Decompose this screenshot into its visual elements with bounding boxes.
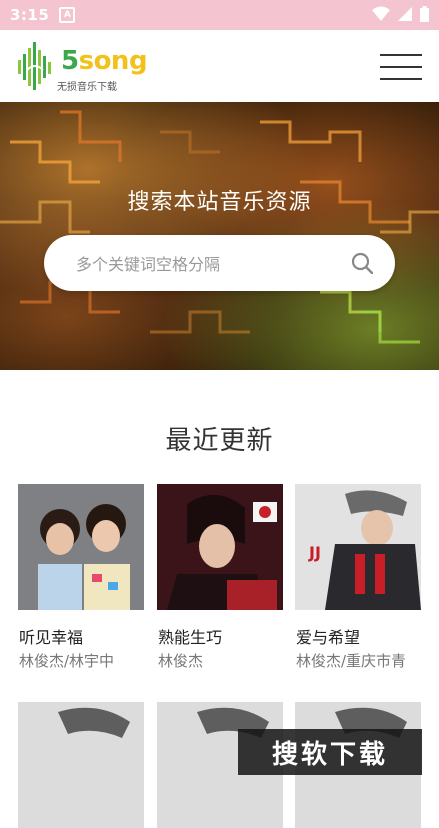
wifi-icon (372, 6, 390, 21)
status-time: 3:15 (10, 6, 50, 24)
song-card[interactable]: JJ 爱与希望 林俊杰/重庆市青 (295, 484, 421, 670)
hero-title: 搜索本站音乐资源 (127, 190, 312, 215)
song-card[interactable]: 听见幸福 林俊杰/林宇中 (18, 484, 144, 670)
album-cover (18, 484, 144, 610)
signal-icon (398, 7, 412, 21)
menu-bar-middle (380, 66, 422, 68)
song-card[interactable]: 熟能生巧 林俊杰 (157, 484, 283, 670)
search-icon[interactable] (351, 252, 373, 274)
logo-word: song (78, 46, 148, 76)
song-title: 爱与希望 (296, 628, 361, 647)
song-card[interactable] (18, 702, 144, 828)
recent-updates-title: 最近更新 (165, 426, 274, 456)
watermark-overlay: 搜软下载 (238, 729, 422, 775)
battery-icon (420, 6, 429, 22)
song-artist: 林俊杰/林宇中 (19, 652, 115, 670)
search-box (44, 235, 395, 293)
menu-button[interactable] (380, 54, 422, 82)
album-cover (18, 702, 144, 828)
album-cover: JJ (295, 484, 421, 610)
menu-bar-bottom (380, 78, 422, 80)
logo-tagline: 无损音乐下载 (57, 82, 117, 93)
album-cover (157, 484, 283, 610)
status-icons (372, 6, 429, 22)
album-cover-art (18, 484, 144, 610)
site-logo[interactable]: 5song 无损音乐下载 (17, 38, 157, 94)
song-artist: 林俊杰 (158, 652, 204, 670)
status-bar: 3:15 A (0, 0, 439, 30)
menu-bar-top (380, 54, 422, 56)
search-input[interactable] (74, 235, 338, 293)
logo-number: 5 (61, 46, 79, 76)
logo-title: 5song (61, 46, 148, 76)
song-title: 听见幸福 (19, 628, 84, 647)
site-header: 5song 无损音乐下载 (0, 30, 439, 103)
hero-banner: 搜索本站音乐资源 (0, 102, 439, 370)
notification-app-icon: A (59, 7, 76, 23)
equalizer-logo-icon (18, 42, 51, 90)
album-cover-art: JJ (295, 484, 421, 610)
album-cover-art (157, 484, 283, 610)
song-title: 熟能生巧 (158, 628, 223, 647)
album-cover-art (18, 702, 144, 828)
song-artist: 林俊杰/重庆市青 (296, 652, 407, 670)
svg-text:JJ: JJ (308, 543, 321, 562)
